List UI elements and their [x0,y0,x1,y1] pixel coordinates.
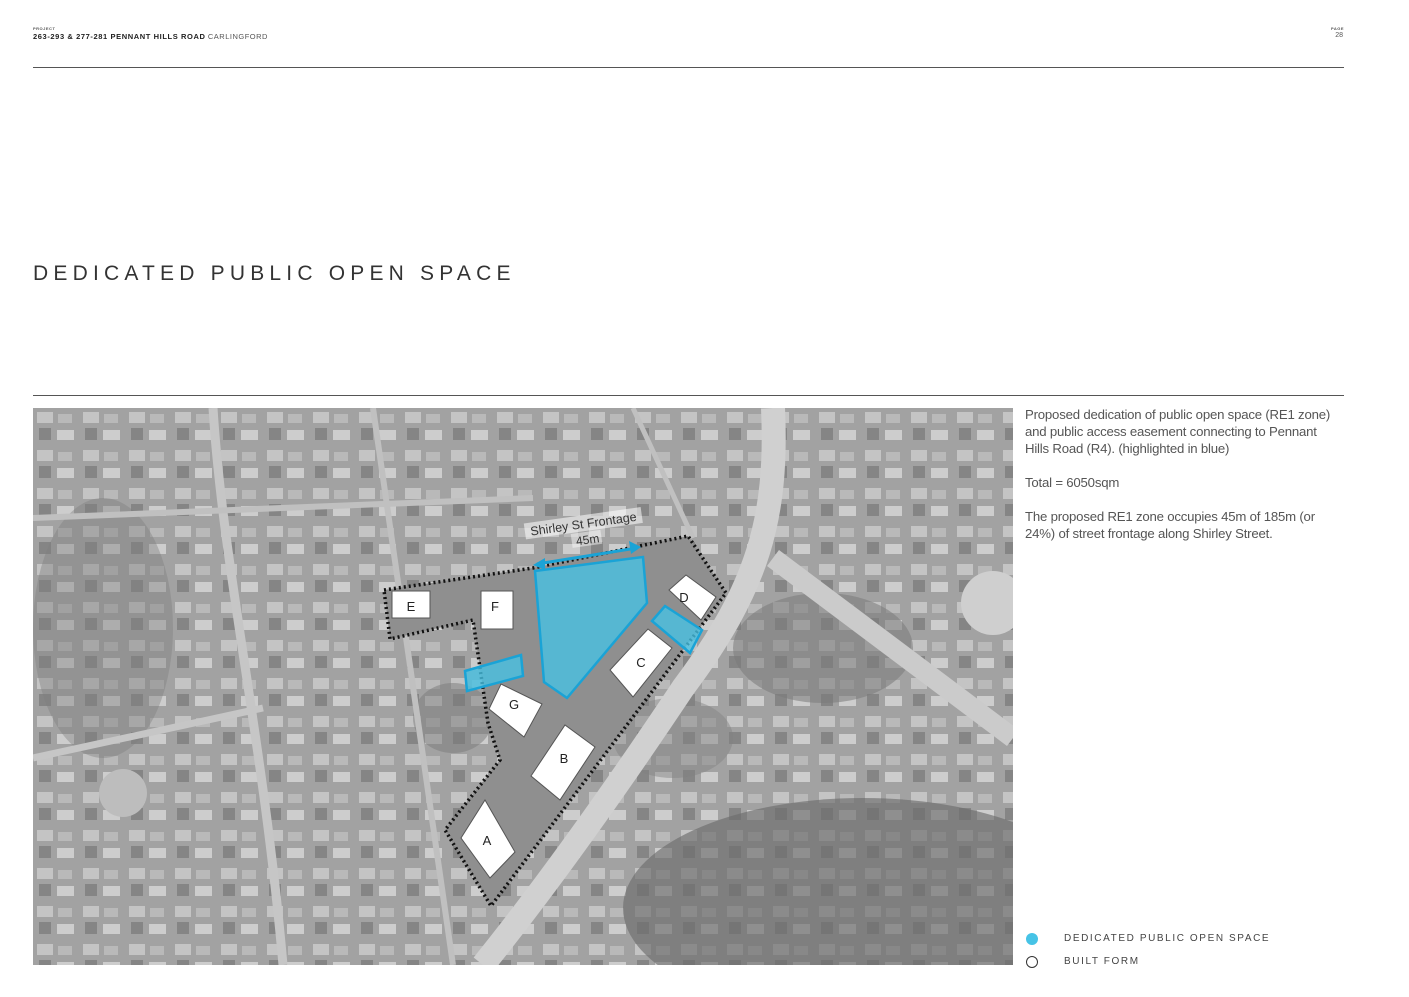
legend-label-open-space: DEDICATED PUBLIC OPEN SPACE [1064,933,1271,944]
building-g-label: G [509,697,519,712]
project-name: 263-293 & 277-281 PENNANT HILLS ROAD [33,32,206,41]
project-title: 263-293 & 277-281 PENNANT HILLS ROAD CAR… [33,32,268,41]
building-d-label: D [679,590,688,605]
description-para-2: Total = 6050sqm [1025,475,1120,490]
building-e-label: E [407,599,416,614]
map-legend: DEDICATED PUBLIC OPEN SPACE BUILT FORM [1025,927,1270,973]
legend-item-open-space: DEDICATED PUBLIC OPEN SPACE [1025,927,1270,950]
building-b-label: B [560,751,569,766]
project-location: CARLINGFORD [207,32,268,41]
open-space-swatch-icon [1026,932,1038,945]
legend-label-built-form: BUILT FORM [1064,956,1140,967]
building-a-label: A [483,833,492,848]
page-title: DEDICATED PUBLIC OPEN SPACE [33,262,516,285]
section-divider [33,395,1344,396]
building-c-label: C [636,655,645,670]
description: Proposed dedication of public open space… [1025,406,1335,559]
aerial-site-map: A B C D E F G Shirley St Frontage 45m [33,408,1013,965]
page-number: 28 [1335,32,1343,39]
header-divider [33,67,1344,68]
built-form-swatch-icon [1026,955,1038,968]
site-plan-svg: A B C D E F G Shirley St Frontage 45m [33,408,1013,965]
legend-item-built-form: BUILT FORM [1025,950,1270,973]
page-label: PAGE [1330,26,1344,31]
building-f-label: F [491,599,499,614]
description-para-3: The proposed RE1 zone occupies 45m of 18… [1025,509,1315,541]
project-label: PROJECT [33,26,56,31]
description-para-1: Proposed dedication of public open space… [1025,407,1331,456]
